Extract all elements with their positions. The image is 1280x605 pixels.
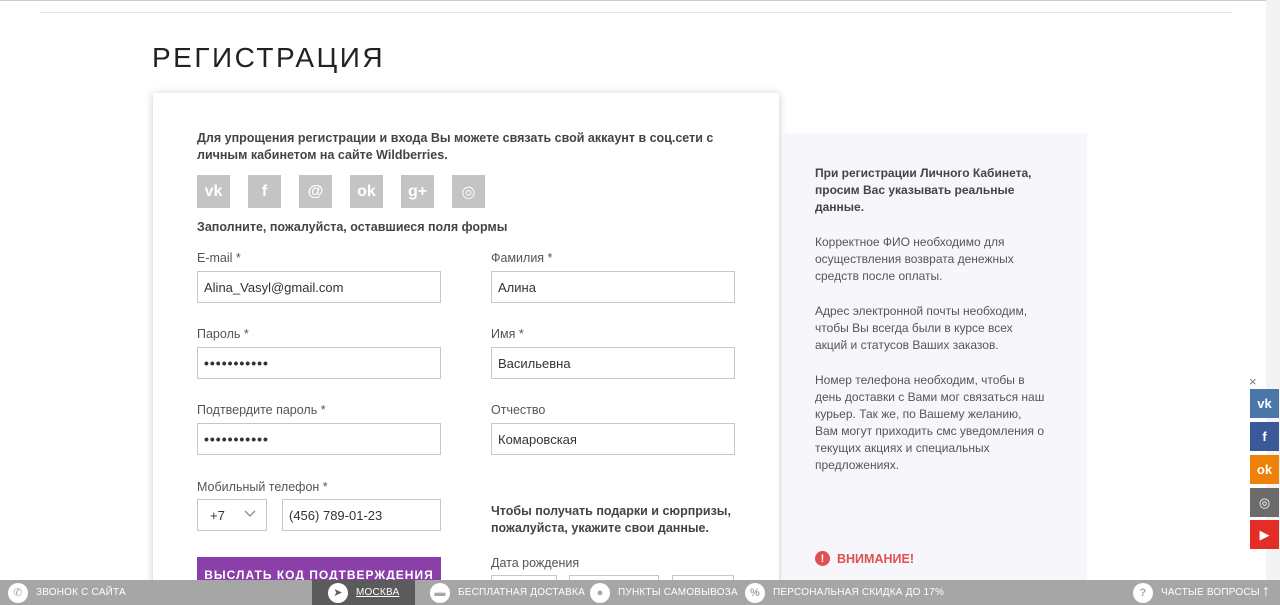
odnoklassniki-icon[interactable]: ok [350, 175, 383, 208]
password-label: Пароль * [197, 327, 249, 341]
password-confirm-label: Подтвердите пароль * [197, 403, 326, 417]
registration-form-card: Для упрощения регистрации и входа Вы мож… [153, 93, 779, 595]
last-name-field[interactable]: Алина [491, 271, 735, 303]
dob-label: Дата рождения [491, 556, 580, 570]
chevron-down-icon [244, 510, 256, 517]
warning-icon: ! [815, 551, 830, 566]
phone-field[interactable]: (456) 789-01-23 [282, 499, 441, 531]
delivery-link[interactable]: ▬ БЕСПЛАТНАЯ ДОСТАВКА [430, 580, 585, 605]
info-phone: Номер телефона необходим, чтобы в день д… [815, 373, 1045, 472]
warning-text: ВНИМАНИЕ! [837, 551, 914, 566]
phone-label: Мобильный телефон * [197, 480, 328, 494]
password-field[interactable]: ••••••••••• [197, 347, 441, 379]
pickup-link[interactable]: ● ПУНКТЫ САМОВЫВОЗА [590, 580, 738, 605]
mail-icon[interactable]: @ [299, 175, 332, 208]
top-border [0, 0, 1280, 1]
discount-label: ПЕРСОНАЛЬНАЯ СКИДКА ДО 17% [773, 587, 945, 598]
side-instagram-icon[interactable]: ◎ [1250, 488, 1279, 517]
side-youtube-icon[interactable]: ▶ [1250, 520, 1279, 549]
vk-icon[interactable]: vk [197, 175, 230, 208]
header-divider [40, 12, 1232, 13]
side-facebook-icon[interactable]: f [1250, 422, 1279, 451]
first-name-field[interactable]: Васильевна [491, 347, 735, 379]
callback-label: ЗВОНОК С САЙТА [36, 587, 126, 598]
last-name-label: Фамилия * [491, 251, 553, 265]
tag-icon: % [745, 582, 765, 603]
pickup-label: ПУНКТЫ САМОВЫВОЗА [618, 587, 738, 598]
scroll-up-icon[interactable]: ↑ [1262, 583, 1270, 601]
warning: ! ВНИМАНИЕ! [815, 551, 914, 566]
fill-form-hint: Заполните, пожалуйста, оставшиеся поля ф… [197, 220, 508, 234]
location-arrow-icon: ➤ [328, 582, 348, 603]
instagram-icon[interactable]: ◎ [452, 175, 485, 208]
discount-link[interactable]: % ПЕРСОНАЛЬНАЯ СКИДКА ДО 17% [745, 580, 944, 605]
email-label: E-mail * [197, 251, 241, 265]
truck-icon: ▬ [430, 582, 450, 603]
google-plus-icon[interactable]: g+ [401, 175, 434, 208]
social-intro-text: Для упрощения регистрации и входа Вы мож… [197, 131, 714, 162]
facebook-icon[interactable]: f [248, 175, 281, 208]
question-icon: ? [1133, 582, 1153, 603]
gift-hint: Чтобы получать подарки и сюрпризы, пожал… [491, 504, 731, 535]
info-real-data: При регистрации Личного Кабинета, просим… [815, 166, 1032, 214]
map-pin-icon: ● [590, 582, 610, 603]
info-panel: При регистрации Личного Кабинета, просим… [783, 133, 1087, 593]
faq-label: ЧАСТЫЕ ВОПРОСЫ [1161, 587, 1260, 598]
info-email: Адрес электронной почты необходим, чтобы… [815, 304, 1028, 352]
patronymic-label: Отчество [491, 403, 546, 417]
side-vk-icon[interactable]: vk [1250, 389, 1279, 418]
share-close-icon[interactable]: × [1249, 374, 1257, 389]
city-selector[interactable]: ➤ МОСКВА [312, 580, 416, 605]
side-odnoklassniki-icon[interactable]: ok [1250, 455, 1279, 484]
info-fio: Корректное ФИО необходимо для осуществле… [815, 235, 1014, 283]
page-title: РЕГИСТРАЦИЯ [152, 42, 386, 73]
phone-code-select[interactable]: +7 [197, 499, 267, 531]
delivery-label: БЕСПЛАТНАЯ ДОСТАВКА [458, 587, 585, 598]
callback-link[interactable]: ✆ ЗВОНОК С САЙТА [8, 580, 126, 605]
social-login-buttons: vk f @ ok g+ ◎ [197, 175, 485, 208]
password-confirm-field[interactable]: ••••••••••• [197, 423, 441, 455]
phone-code-value: +7 [210, 507, 225, 523]
email-field[interactable]: Alina_Vasyl@gmail.com [197, 271, 441, 303]
first-name-label: Имя * [491, 327, 524, 341]
bottom-bar: ✆ ЗВОНОК С САЙТА ➤ МОСКВА ▬ БЕСПЛАТНАЯ Д… [0, 580, 1280, 605]
faq-link[interactable]: ? ЧАСТЫЕ ВОПРОСЫ [1133, 580, 1260, 605]
phone-icon: ✆ [8, 582, 28, 603]
patronymic-field[interactable]: Комаровская [491, 423, 735, 455]
city-label: МОСКВА [356, 587, 400, 598]
